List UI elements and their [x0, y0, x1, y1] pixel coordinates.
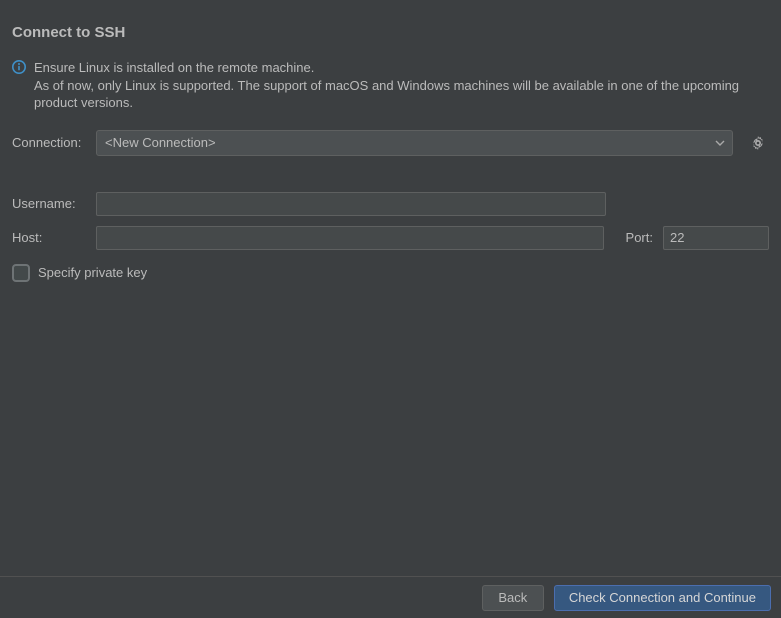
username-row: Username:	[12, 192, 769, 216]
username-label: Username:	[12, 196, 90, 211]
port-label: Port:	[626, 230, 653, 245]
host-label: Host:	[12, 230, 90, 245]
info-icon	[12, 59, 26, 74]
connection-combo-wrap: <New Connection>	[96, 130, 733, 156]
specify-private-key-checkbox[interactable]	[12, 264, 30, 282]
info-line1: Ensure Linux is installed on the remote …	[34, 60, 314, 75]
back-button[interactable]: Back	[482, 585, 544, 611]
gear-icon[interactable]	[750, 135, 766, 151]
page-title: Connect to SSH	[12, 24, 769, 41]
footer: Back Check Connection and Continue	[0, 576, 781, 618]
specify-private-key-label: Specify private key	[38, 265, 147, 280]
port-field[interactable]	[663, 226, 769, 250]
host-row: Host: Port:	[12, 226, 769, 250]
info-text: Ensure Linux is installed on the remote …	[34, 59, 769, 112]
username-field[interactable]	[96, 192, 606, 216]
connection-combo[interactable]: <New Connection>	[96, 130, 733, 156]
specify-private-key-row: Specify private key	[12, 264, 769, 282]
connection-row: Connection: <New Connection>	[12, 130, 769, 156]
info-line2: As of now, only Linux is supported. The …	[34, 78, 739, 111]
connection-label: Connection:	[12, 135, 90, 150]
dialog-content: Connect to SSH Ensure Linux is installed…	[0, 0, 781, 576]
connection-selected-value: <New Connection>	[105, 135, 216, 150]
host-field[interactable]	[96, 226, 604, 250]
check-connection-continue-button[interactable]: Check Connection and Continue	[554, 585, 771, 611]
info-banner: Ensure Linux is installed on the remote …	[12, 59, 769, 112]
